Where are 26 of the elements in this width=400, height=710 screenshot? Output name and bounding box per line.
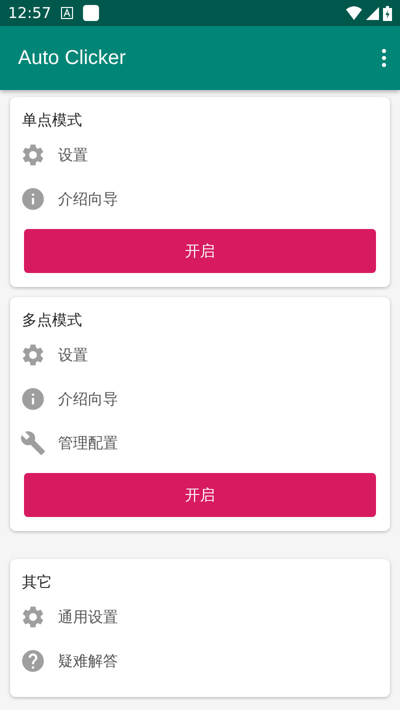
info-icon	[20, 186, 46, 212]
app-title: Auto Clicker	[18, 46, 126, 70]
signal-icon	[366, 6, 379, 20]
menu-item[interactable]: 介绍向导	[58, 390, 118, 408]
notification-icon	[83, 5, 100, 21]
status-time: 12:57	[8, 4, 52, 22]
card-title: 多点模式	[21, 310, 83, 330]
settings-icon	[20, 342, 46, 368]
menu-item[interactable]: 通用设置	[58, 608, 118, 626]
menu-item[interactable]: 设置	[58, 346, 88, 364]
battery-icon	[383, 6, 392, 20]
card-title: 单点模式	[21, 110, 83, 130]
menu-item[interactable]: 疑难解答	[58, 652, 118, 670]
settings-icon	[20, 604, 46, 630]
start-button[interactable]: 开启	[24, 473, 376, 517]
info-icon	[20, 386, 46, 412]
wrench-icon	[20, 430, 46, 456]
card-title: 其它	[21, 572, 53, 592]
help-icon	[20, 648, 46, 674]
menu-item[interactable]: 介绍向导	[58, 190, 118, 208]
menu-item[interactable]: 设置	[58, 146, 88, 164]
menu-item[interactable]: 管理配置	[58, 434, 118, 452]
keyboard-icon	[61, 7, 74, 19]
start-button[interactable]: 开启	[24, 229, 376, 273]
wifi-icon	[346, 6, 362, 20]
settings-icon	[20, 142, 46, 168]
